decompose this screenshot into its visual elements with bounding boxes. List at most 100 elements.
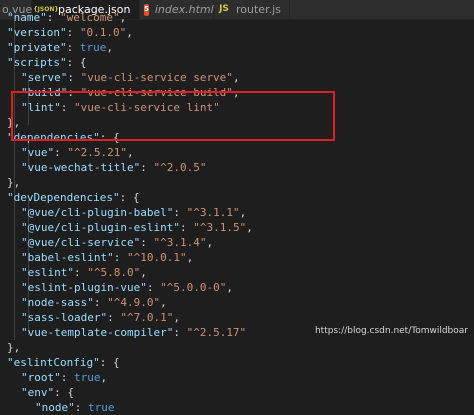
- json-punctuation: ,: [232, 86, 240, 99]
- tab-router-js[interactable]: JS router.js: [214, 0, 290, 19]
- html-file-icon: 5: [144, 3, 149, 16]
- json-string: "^5.8.0": [87, 266, 141, 279]
- json-punctuation: ,: [126, 26, 133, 39]
- json-punctuation: :: [66, 26, 80, 39]
- json-key: "babel-eslint": [21, 251, 114, 264]
- code-line: "devDependencies": {: [7, 190, 139, 205]
- json-string: "^10.0.1": [126, 251, 187, 264]
- json-punctuation: :: [140, 236, 154, 249]
- code-line: "private": true,: [7, 40, 113, 55]
- json-key: "name": [7, 11, 47, 24]
- json-string: "^2.0.5": [153, 161, 207, 174]
- json-key: "eslintConfig": [7, 356, 100, 369]
- json-boolean: true: [79, 41, 107, 54]
- json-punctuation: :: [93, 296, 108, 309]
- code-line: "env": {: [21, 385, 74, 400]
- json-key: "dependencies": [7, 131, 100, 144]
- json-punctuation: ,: [140, 266, 147, 279]
- code-line: "sass-loader": "^7.0.1",: [21, 310, 180, 325]
- json-key: "node": [35, 401, 75, 414]
- json-punctuation: : {: [54, 386, 74, 399]
- json-punctuation: : {: [99, 356, 120, 369]
- json-string: "vue-cli-service lint": [74, 101, 220, 114]
- json-key: "env": [21, 386, 55, 399]
- json-string: "^4.9.0": [107, 296, 161, 309]
- code-line: "@vue/cli-plugin-babel": "^3.1.1",: [21, 205, 246, 220]
- code-line: "vue-wechat-title": "^2.0.5": [21, 160, 206, 175]
- json-punctuation: :: [60, 371, 74, 384]
- json-key: "version": [7, 26, 67, 39]
- json-punctuation: :: [146, 281, 161, 294]
- json-punctuation: : {: [66, 56, 87, 69]
- tab-index-html[interactable]: 5 index.html: [140, 0, 214, 19]
- code-line: "lint": "vue-cli-service lint": [21, 100, 220, 115]
- code-line: "name": "welcome",: [7, 10, 126, 25]
- json-key: "lint": [21, 101, 61, 114]
- code-line: "vue-template-compiler": "^2.5.17": [21, 325, 246, 340]
- code-line: },: [7, 115, 20, 130]
- json-punctuation: :: [73, 266, 88, 279]
- json-string: "welcome": [60, 11, 120, 24]
- code-line: "scripts": {: [7, 55, 86, 70]
- watermark: https://blog.csdn.net/Tomwildboar: [314, 326, 468, 336]
- json-string: "^5.0.0-0": [160, 281, 227, 294]
- json-punctuation: ,: [106, 41, 113, 54]
- code-line: "babel-eslint": "^10.0.1",: [21, 250, 193, 265]
- json-string: "^7.0.1": [120, 311, 174, 324]
- json-string: "vue-cli-service serve": [80, 71, 233, 84]
- json-punctuation: : {: [119, 191, 140, 204]
- json-punctuation: :: [140, 161, 154, 174]
- json-punctuation: :: [173, 206, 187, 219]
- json-punctuation: ,: [239, 206, 247, 219]
- json-key: "build": [21, 86, 68, 99]
- json-punctuation: },: [7, 116, 21, 129]
- json-punctuation: ,: [100, 371, 108, 384]
- json-punctuation: :: [74, 401, 88, 414]
- json-punctuation: :: [67, 71, 81, 84]
- json-punctuation: ,: [232, 71, 240, 84]
- json-punctuation: : {: [99, 131, 120, 144]
- json-key: "eslint": [21, 266, 74, 279]
- json-punctuation: :: [66, 41, 80, 54]
- json-punctuation: ,: [160, 296, 167, 309]
- code-line: "@vue/cli-service": "^3.1.4",: [21, 235, 213, 250]
- code-editor[interactable]: "name": "welcome", "version": "0.1.0", "pr…: [0, 11, 474, 414]
- json-key: "@vue/cli-service": [21, 236, 141, 249]
- json-boolean: true: [74, 371, 101, 384]
- json-string: "^2.5.17": [186, 326, 247, 339]
- json-punctuation: },: [7, 176, 21, 189]
- code-line: "node-sass": "^4.9.0",: [21, 295, 167, 310]
- json-punctuation: :: [46, 11, 60, 24]
- json-key: "sass-loader": [21, 311, 108, 324]
- json-key: "root": [21, 371, 61, 384]
- json-punctuation: ,: [186, 251, 194, 264]
- json-punctuation: :: [179, 221, 194, 234]
- code-line: "build": "vue-cli-service build",: [21, 85, 240, 100]
- json-key: "serve": [21, 71, 68, 84]
- json-punctuation: ,: [173, 311, 180, 324]
- json-string: "^3.1.5": [193, 221, 247, 234]
- code-line: "eslint-plugin-vue": "^5.0.0-0",: [21, 280, 233, 295]
- json-string: "^2.5.21": [67, 146, 127, 159]
- code-line: "eslintConfig": {: [7, 355, 120, 370]
- json-key: "devDependencies": [7, 191, 120, 204]
- js-file-icon: JS: [219, 4, 229, 14]
- json-string: "^3.1.1": [186, 206, 240, 219]
- json-punctuation: :: [113, 251, 127, 264]
- code-line: "eslint": "^5.8.0",: [21, 265, 147, 280]
- json-key: "vue-template-compiler": [21, 326, 174, 339]
- json-string: "^3.1.4": [153, 236, 207, 249]
- tab-label: index.html: [154, 3, 214, 16]
- json-punctuation: :: [60, 101, 74, 114]
- code-line: },: [7, 175, 20, 190]
- code-line: "dependencies": {: [7, 130, 120, 145]
- json-key: "eslint-plugin-vue": [21, 281, 147, 294]
- json-key: "vue-wechat-title": [21, 161, 141, 174]
- json-punctuation: :: [67, 86, 81, 99]
- json-punctuation: ,: [226, 281, 233, 294]
- json-key: "vue": [21, 146, 55, 159]
- json-punctuation: ,: [206, 236, 214, 249]
- code-line: "vue": "^2.5.21",: [21, 145, 134, 160]
- json-key: "scripts": [7, 56, 67, 69]
- code-line: "@vue/cli-plugin-eslint": "^3.1.5",: [21, 220, 253, 235]
